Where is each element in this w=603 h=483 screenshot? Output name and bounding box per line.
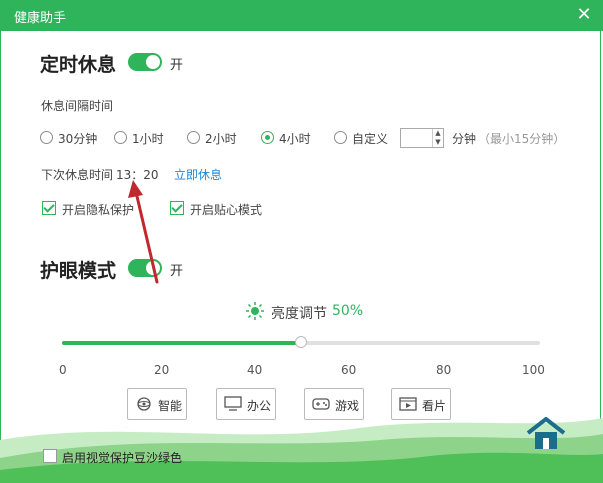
radio-2h[interactable] bbox=[187, 131, 200, 144]
tick-0: 0 bbox=[59, 363, 67, 377]
interval-label: 休息间隔时间 bbox=[41, 99, 114, 113]
radio-4h[interactable] bbox=[261, 131, 274, 144]
mode-game-label: 游戏 bbox=[335, 399, 360, 413]
option-1h-label: 1小时 bbox=[132, 132, 164, 146]
mode-smart-button[interactable]: 智能 bbox=[127, 388, 187, 420]
monitor-icon bbox=[224, 396, 242, 411]
brightness-value: 50% bbox=[332, 303, 364, 319]
next-rest-time: 13：20 bbox=[116, 168, 159, 182]
close-icon[interactable]: ✕ bbox=[575, 6, 593, 24]
bean-green-label: 启用视觉保护豆沙绿色 bbox=[62, 451, 183, 465]
title-bar: 健康助手 ✕ bbox=[0, 0, 603, 31]
mode-game-button[interactable]: 游戏 bbox=[304, 388, 364, 420]
bean-green-checkbox[interactable] bbox=[43, 449, 57, 463]
mode-movie-button[interactable]: 看片 bbox=[391, 388, 451, 420]
caring-label: 开启贴心模式 bbox=[190, 203, 263, 217]
brightness-label: 亮度调节 bbox=[271, 306, 327, 322]
brain-icon bbox=[137, 397, 151, 411]
minimum-hint: （最小15分钟） bbox=[478, 132, 566, 146]
mode-smart-label: 智能 bbox=[158, 399, 183, 413]
brightness-slider-fill bbox=[62, 341, 301, 345]
tick-80: 80 bbox=[436, 363, 452, 377]
radio-custom[interactable] bbox=[334, 131, 347, 144]
tick-60: 60 bbox=[341, 363, 357, 377]
custom-minutes-spinner[interactable]: ▲ ▼ bbox=[400, 128, 444, 148]
brightness-slider-thumb[interactable] bbox=[295, 336, 307, 348]
rest-toggle[interactable] bbox=[128, 53, 162, 71]
spinner-arrows-icon[interactable]: ▲ ▼ bbox=[432, 129, 443, 147]
mode-movie-label: 看片 bbox=[422, 399, 447, 413]
brightness-slider[interactable] bbox=[62, 336, 540, 348]
house-icon bbox=[526, 417, 566, 449]
option-30min-label: 30分钟 bbox=[58, 132, 98, 146]
privacy-label: 开启隐私保护 bbox=[62, 203, 135, 217]
option-custom-label: 自定义 bbox=[352, 132, 389, 146]
eye-toggle-knob bbox=[146, 261, 160, 275]
radio-30min[interactable] bbox=[40, 131, 53, 144]
option-2h-label: 2小时 bbox=[205, 132, 237, 146]
minutes-unit: 分钟 bbox=[452, 132, 477, 146]
tick-20: 20 bbox=[154, 363, 170, 377]
rest-toggle-knob bbox=[146, 55, 160, 69]
next-rest-label: 下次休息时间 bbox=[41, 168, 114, 182]
mode-office-label: 办公 bbox=[247, 399, 272, 413]
caring-checkbox[interactable] bbox=[170, 201, 184, 215]
privacy-checkbox[interactable] bbox=[42, 201, 56, 215]
gamepad-icon bbox=[312, 398, 330, 410]
option-4h-label: 4小时 bbox=[279, 132, 311, 146]
rest-heading: 定时休息 bbox=[40, 54, 117, 76]
eye-heading: 护眼模式 bbox=[40, 260, 117, 282]
rest-toggle-label: 开 bbox=[170, 58, 184, 73]
radio-1h[interactable] bbox=[114, 131, 127, 144]
window-title: 健康助手 bbox=[14, 11, 67, 26]
hills-background bbox=[0, 418, 603, 483]
tick-100: 100 bbox=[522, 363, 545, 377]
film-icon bbox=[399, 397, 417, 411]
eye-toggle[interactable] bbox=[128, 259, 162, 277]
tick-40: 40 bbox=[247, 363, 263, 377]
eye-toggle-label: 开 bbox=[170, 264, 184, 279]
mode-office-button[interactable]: 办公 bbox=[216, 388, 276, 420]
sun-icon bbox=[246, 302, 264, 320]
rest-now-link[interactable]: 立即休息 bbox=[174, 166, 222, 183]
